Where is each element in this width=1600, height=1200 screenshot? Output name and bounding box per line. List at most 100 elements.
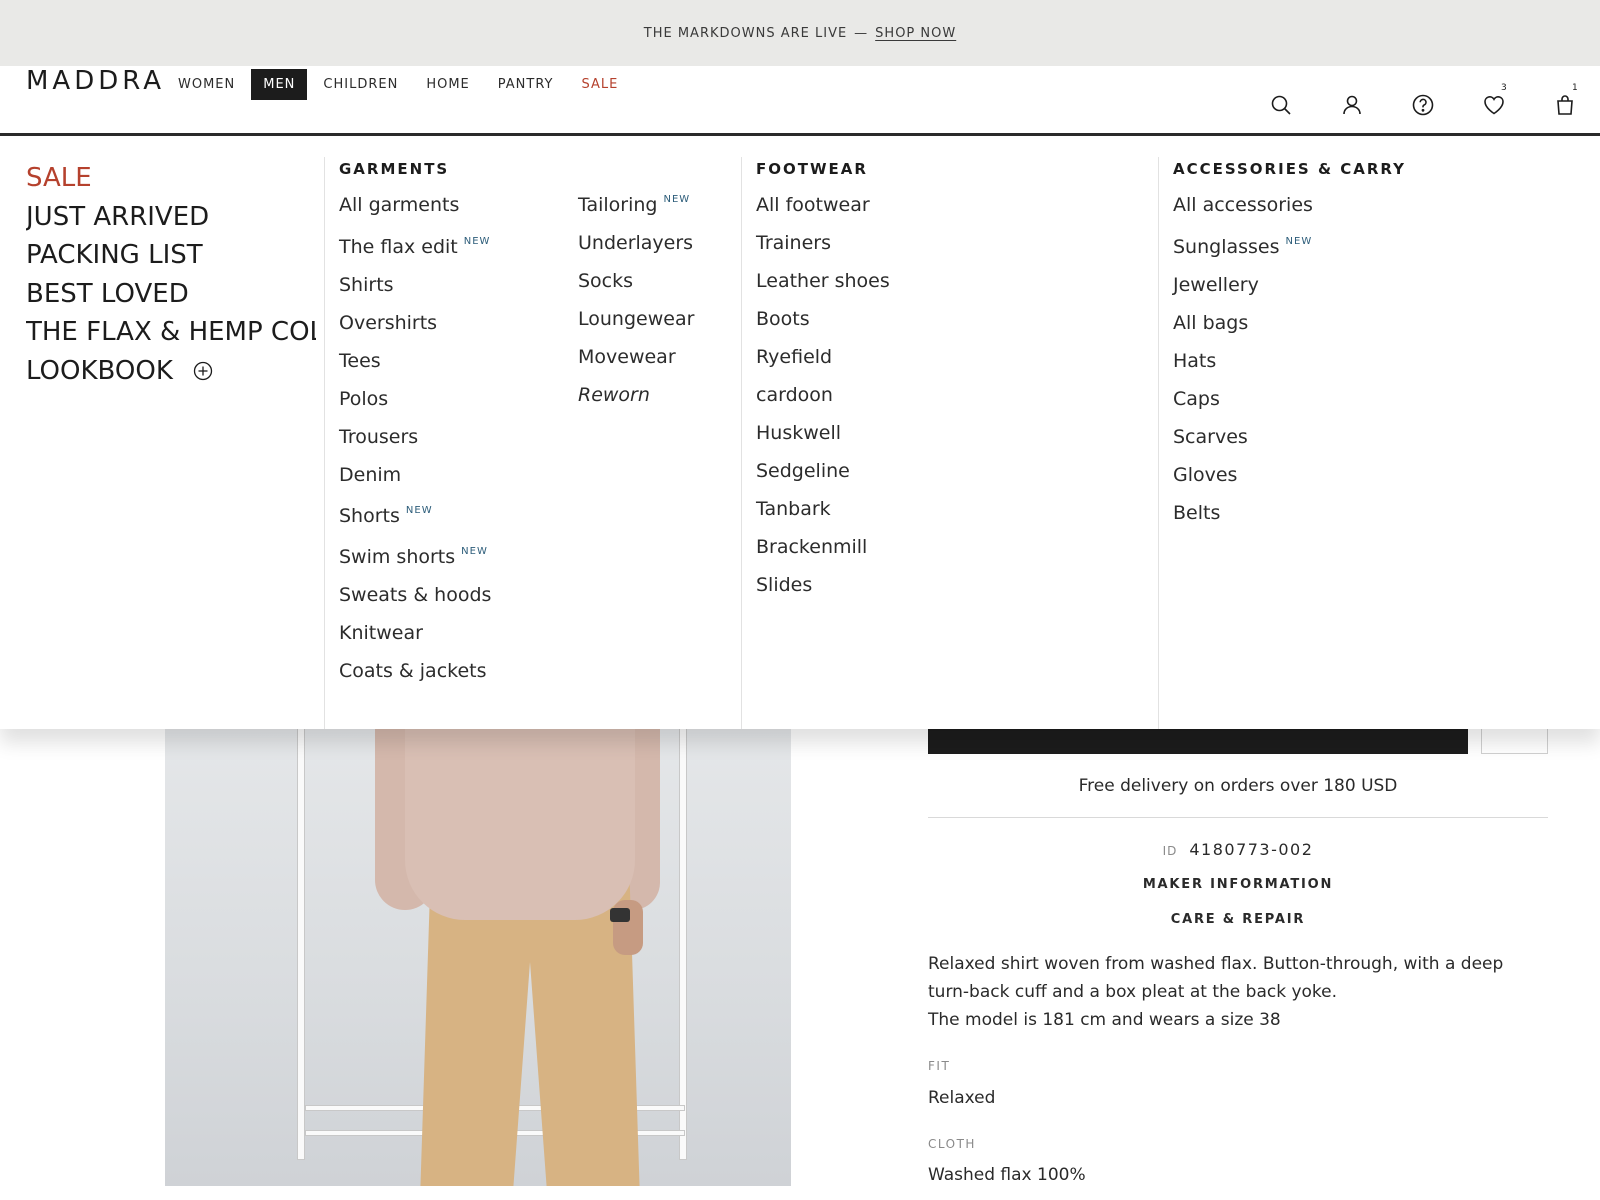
promo-flax-hemp[interactable]: THE FLAX & HEMP COL... (26, 313, 316, 352)
menu-item[interactable]: Tanbark (756, 498, 890, 536)
menu-item[interactable]: Denim (339, 464, 491, 505)
menu-item[interactable]: Hats (1173, 350, 1313, 388)
menu-item-label: Overshirts (339, 312, 438, 334)
menu-item[interactable]: Swim shorts NEW (339, 546, 491, 584)
menu-item-label: Huskwell (756, 422, 842, 444)
nav-children[interactable]: CHILDREN (311, 69, 410, 100)
menu-item-label: Boots (756, 308, 810, 330)
brand-logo[interactable]: MADDRA (26, 66, 165, 96)
menu-item[interactable]: Polos (339, 388, 491, 426)
cloth-value: Washed flax 100% (928, 1165, 1086, 1185)
menu-item-label: The flax edit (339, 236, 458, 258)
column-divider (324, 157, 325, 729)
menu-item-label: All bags (1173, 312, 1249, 334)
menu-item[interactable]: Overshirts (339, 312, 491, 350)
mega-menu: SALE JUST ARRIVED PACKING LIST BEST LOVE… (0, 139, 1600, 729)
menu-item[interactable]: Caps (1173, 388, 1313, 426)
menu-item[interactable]: cardoon (756, 384, 890, 422)
menu-item[interactable]: Leather shoes (756, 270, 890, 308)
expand-plus-icon[interactable] (193, 361, 213, 381)
menu-item[interactable]: Sedgeline (756, 460, 890, 498)
nav-women[interactable]: WOMEN (166, 69, 247, 100)
nav-home[interactable]: HOME (414, 69, 481, 100)
menu-item[interactable]: Slides (756, 574, 890, 612)
help-icon (1412, 94, 1433, 116)
menu-item[interactable]: Shorts NEW (339, 505, 491, 546)
search-button[interactable] (1245, 88, 1316, 122)
menu-item[interactable]: All garments (339, 194, 491, 236)
menu-item[interactable]: The flax edit NEW (339, 236, 491, 274)
menu-item[interactable]: Tees (339, 350, 491, 388)
announcement-bar: THE MARKDOWNS ARE LIVE — SHOP NOW (0, 0, 1600, 66)
menu-item[interactable]: Loungewear (578, 308, 694, 346)
menu-item-label: All garments (339, 194, 460, 216)
promo-packing-list[interactable]: PACKING LIST (26, 236, 316, 275)
menu-item[interactable]: Socks (578, 270, 694, 308)
menu-item[interactable]: Sunglasses NEW (1173, 236, 1313, 274)
menu-item-label: Leather shoes (756, 270, 890, 292)
column-divider (741, 157, 742, 729)
wishlist-count: 3 (1501, 83, 1507, 93)
menu-item[interactable]: Ryefield (756, 346, 890, 384)
menu-item[interactable]: Coats & jackets (339, 660, 491, 698)
garments-list-1: All garments The flax edit NEW Shirts Oversh… (339, 194, 491, 698)
menu-item[interactable]: Brackenmill (756, 536, 890, 574)
menu-item[interactable]: Trainers (756, 232, 890, 270)
bag-button[interactable]: 1 (1529, 83, 1600, 122)
nav-sale[interactable]: SALE (570, 69, 631, 100)
menu-item[interactable]: Jewellery (1173, 274, 1313, 312)
bag-count: 1 (1572, 83, 1578, 93)
menu-item[interactable]: Reworn (578, 384, 694, 422)
care-repair-link[interactable]: CARE & REPAIR (928, 912, 1548, 927)
menu-item-label: Gloves (1173, 464, 1238, 486)
model-sweater (405, 700, 635, 920)
new-badge: NEW (463, 236, 491, 247)
menu-item[interactable]: Tailoring NEW (578, 194, 694, 232)
menu-item[interactable]: Shirts (339, 274, 491, 312)
menu-item-label: Polos (339, 388, 389, 410)
column-divider (1158, 157, 1159, 729)
menu-item-label: Reworn (578, 384, 650, 406)
menu-item-label: Shorts (339, 505, 400, 527)
menu-item-label: Hats (1173, 350, 1217, 372)
promo-links: SALE JUST ARRIVED PACKING LIST BEST LOVE… (26, 159, 316, 391)
menu-item-label: Trainers (756, 232, 831, 254)
menu-item-label: Sunglasses (1173, 236, 1280, 258)
menu-item[interactable]: Scarves (1173, 426, 1313, 464)
product-image[interactable] (165, 700, 791, 1186)
shop-now-link[interactable]: SHOP NOW (875, 26, 956, 41)
product-id: ID 4180773-002 (928, 840, 1548, 859)
wishlist-button[interactable]: 3 (1458, 83, 1529, 122)
menu-item[interactable]: All footwear (756, 194, 890, 232)
menu-item[interactable]: Huskwell (756, 422, 890, 460)
menu-item[interactable]: All accessories (1173, 194, 1313, 236)
menu-item[interactable]: Knitwear (339, 622, 491, 660)
nav-men[interactable]: MEN (251, 69, 308, 100)
menu-item[interactable]: All bags (1173, 312, 1313, 350)
maker-information-link[interactable]: MAKER INFORMATION (928, 877, 1548, 892)
menu-item-label: Denim (339, 464, 402, 486)
nav-pantry[interactable]: PANTRY (486, 69, 566, 100)
promo-lookbook[interactable]: LOOKBOOK (26, 352, 173, 391)
menu-item-label: Jewellery (1173, 274, 1259, 296)
menu-item-label: Underlayers (578, 232, 694, 254)
menu-item[interactable]: Underlayers (578, 232, 694, 270)
promo-sale[interactable]: SALE (26, 159, 316, 198)
account-button[interactable] (1316, 88, 1387, 122)
menu-item[interactable]: Movewear (578, 346, 694, 384)
fit-label: FIT (928, 1059, 951, 1073)
menu-item[interactable]: Sweats & hoods (339, 584, 491, 622)
promo-lookbook-row[interactable]: LOOKBOOK (26, 352, 316, 391)
menu-item-label: Movewear (578, 346, 676, 368)
help-button[interactable] (1387, 88, 1458, 122)
promo-just-arrived[interactable]: JUST ARRIVED (26, 198, 316, 237)
fit-value: Relaxed (928, 1088, 996, 1108)
accessories-list: All accessories Sunglasses NEW Jewellery All… (1173, 194, 1313, 540)
promo-best-loved[interactable]: BEST LOVED (26, 275, 316, 314)
menu-item[interactable]: Belts (1173, 502, 1313, 540)
menu-item[interactable]: Boots (756, 308, 890, 346)
rack-pole-left (297, 700, 305, 1160)
menu-item[interactable]: Trousers (339, 426, 491, 464)
menu-item-label: Sweats & hoods (339, 584, 492, 606)
menu-item[interactable]: Gloves (1173, 464, 1313, 502)
